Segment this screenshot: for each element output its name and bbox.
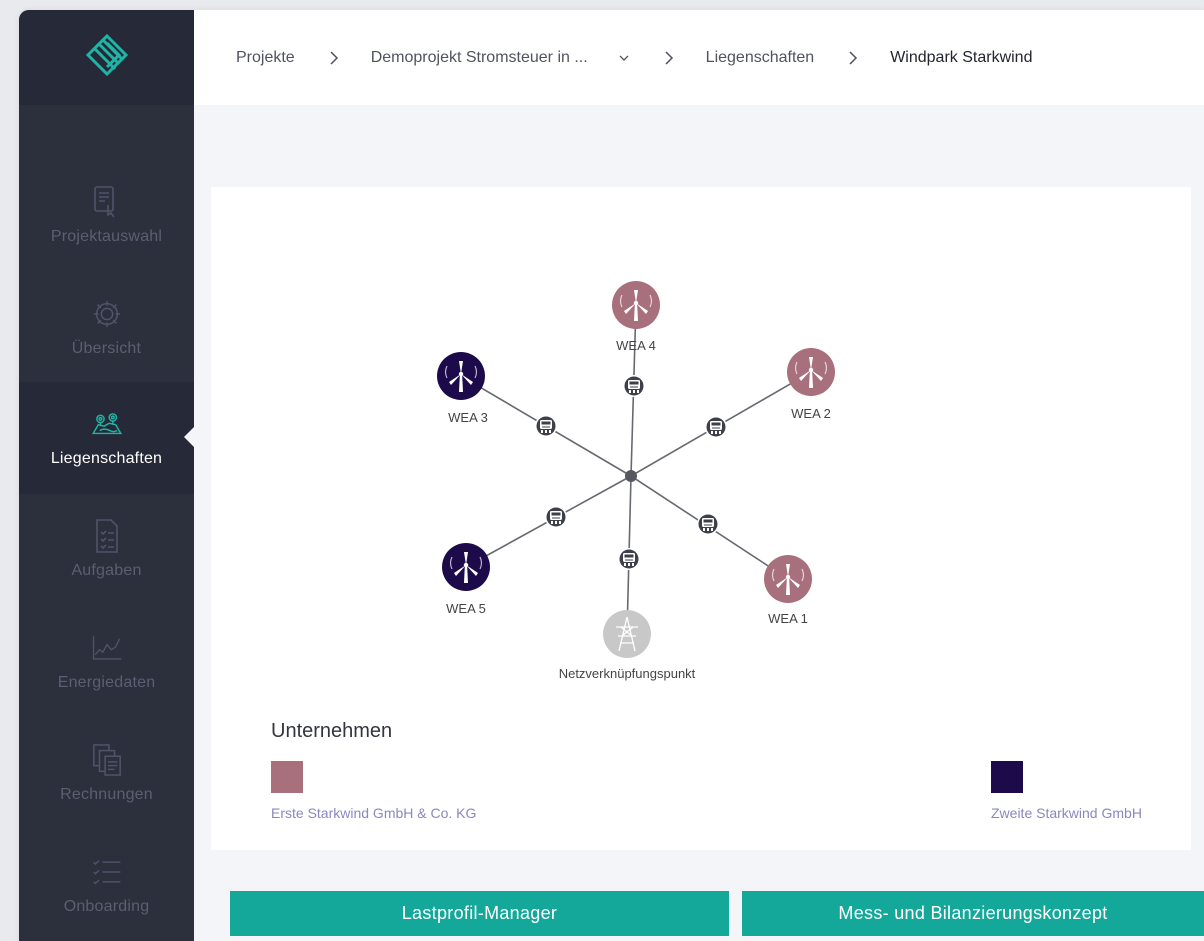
property-graph-card: WEA 4 WEA 2 WEA 3 WEA 5 WEA 1 Netzverknü…	[211, 187, 1191, 850]
sidebar-item-liegenschaften[interactable]: Liegenschaften	[19, 382, 195, 494]
sidebar-item-aufgaben[interactable]: Aufgaben	[19, 494, 194, 606]
sidebar-item-label: Rechnungen	[60, 786, 153, 803]
sidebar-item-rechnungen[interactable]: Rechnungen	[19, 718, 194, 830]
chevron-right-icon	[848, 50, 858, 66]
hub-node	[625, 470, 637, 482]
graph-node-wea2[interactable]: WEA 2	[787, 348, 835, 421]
load-profile-manager-button[interactable]: Lastprofil-Manager	[230, 891, 729, 936]
gear-icon	[91, 298, 123, 330]
node-label: WEA 1	[768, 611, 808, 626]
sidebar-item-label: Projektauswahl	[50, 228, 163, 245]
metering-concept-button[interactable]: Mess- und Bilanzierungskonzept	[742, 891, 1204, 936]
graph-node-wea5[interactable]: WEA 5	[442, 543, 490, 616]
graph-node-wea3[interactable]: WEA 3	[437, 352, 488, 425]
breadcrumb-project-select[interactable]: Demoprojekt Stromsteuer in ...	[371, 49, 588, 67]
sidebar-item-uebersicht[interactable]: Übersicht	[19, 272, 194, 384]
legend-company-zweite[interactable]: Zweite Starkwind GmbH	[991, 805, 1142, 821]
active-indicator	[184, 426, 195, 448]
breadcrumb-liegenschaften[interactable]: Liegenschaften	[706, 49, 815, 67]
chevron-down-icon[interactable]	[618, 49, 630, 67]
node-label: WEA 2	[791, 406, 831, 421]
sidebar-item-projektauswahl[interactable]: Projektauswahl	[19, 160, 194, 272]
node-label: WEA 3	[448, 410, 488, 425]
breadcrumb-projekte[interactable]: Projekte	[236, 49, 295, 67]
sidebar-item-label: Liegenschaften	[50, 450, 163, 467]
sidebar-item-label: Energiedaten	[57, 674, 156, 691]
breadcrumb-current: Windpark Starkwind	[890, 48, 1033, 66]
legend-swatch-erste	[271, 761, 303, 793]
legend-company-erste[interactable]: Erste Starkwind GmbH & Co. KG	[271, 805, 476, 821]
sidebar-item-onboarding[interactable]: Onboarding	[19, 830, 194, 941]
node-label: WEA 5	[446, 601, 486, 616]
graph-node-wea4[interactable]: WEA 4	[612, 281, 660, 353]
properties-icon	[91, 408, 123, 440]
tasks-icon	[91, 519, 123, 553]
energy-chart-icon	[91, 632, 123, 664]
network-graph: WEA 4 WEA 2 WEA 3 WEA 5 WEA 1 Netzverknü…	[437, 281, 835, 681]
meter-icon[interactable]	[622, 374, 646, 398]
chevron-right-icon	[329, 50, 339, 66]
breadcrumb: Projekte Demoprojekt Stromsteuer in ... …	[194, 10, 1204, 105]
checklist-icon	[91, 856, 123, 888]
project-select-icon	[91, 186, 123, 218]
meter-icon[interactable]	[704, 415, 728, 439]
meter-icon[interactable]	[544, 505, 568, 529]
sidebar-item-label: Onboarding	[63, 898, 150, 915]
node-label: Netzverknüpfungspunkt	[559, 666, 696, 681]
sidebar-item-label: Aufgaben	[71, 562, 142, 579]
graph-node-netzverknuepfungspunkt[interactable]: Netzverknüpfungspunkt	[559, 610, 696, 681]
graph-node-wea1[interactable]: WEA 1	[764, 555, 812, 626]
invoices-icon	[91, 744, 123, 776]
sidebar-item-energiedaten[interactable]: Energiedaten	[19, 606, 194, 718]
graph-edges	[460, 304, 812, 635]
meter-icon[interactable]	[617, 547, 641, 571]
chevron-right-icon	[664, 50, 674, 66]
logo-icon	[85, 33, 128, 76]
logo[interactable]	[19, 10, 194, 105]
meter-icon[interactable]	[534, 414, 558, 438]
sidebar-item-label: Übersicht	[71, 340, 142, 357]
legend-title: Unternehmen	[271, 720, 393, 742]
legend-swatch-zweite	[991, 761, 1023, 793]
sidebar: Projektauswahl Übersicht Liegenschaften …	[19, 10, 195, 941]
meter-icon[interactable]	[696, 512, 720, 536]
node-label: WEA 4	[616, 338, 656, 353]
